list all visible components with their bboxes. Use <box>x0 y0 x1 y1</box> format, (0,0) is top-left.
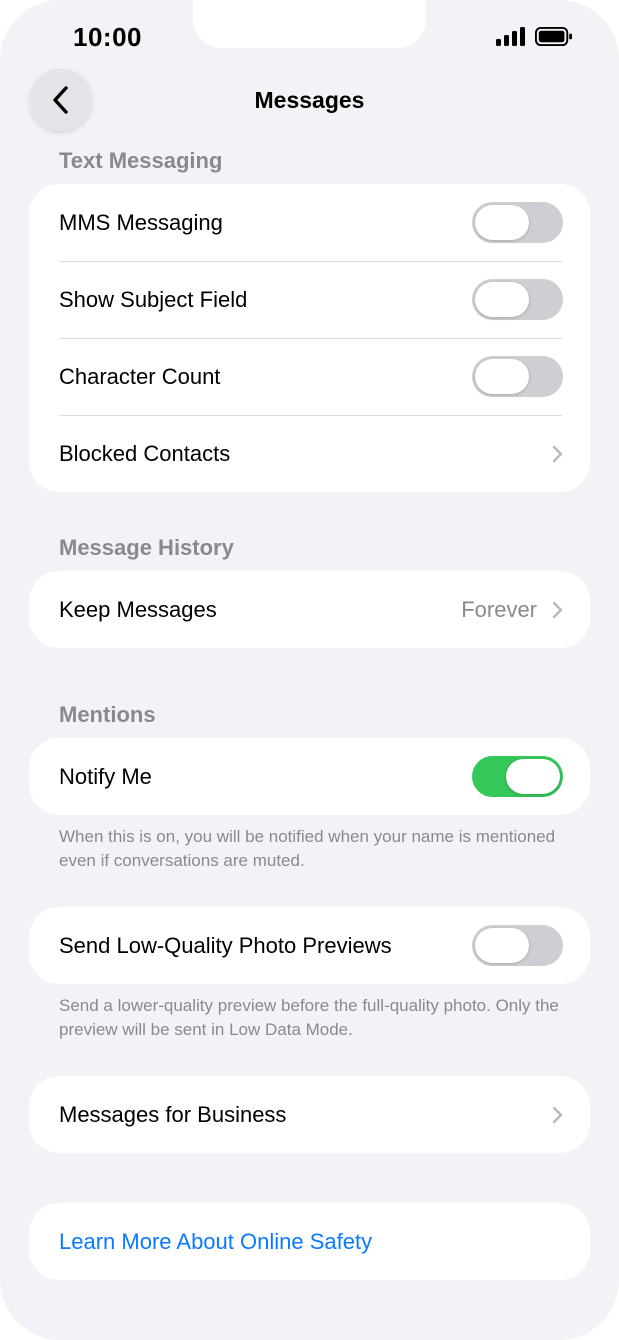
mentions-group: Notify Me <box>29 738 590 815</box>
online-safety-group: Learn More About Online Safety <box>29 1203 590 1280</box>
status-time: 10:00 <box>73 22 142 52</box>
chevron-right-icon <box>551 444 563 464</box>
character-count-toggle[interactable] <box>472 356 563 397</box>
keep-messages-row[interactable]: Keep Messages Forever <box>29 571 590 648</box>
show-subject-field-row: Show Subject Field <box>29 261 590 338</box>
photo-previews-footnote: Send a lower-quality preview before the … <box>59 996 559 1039</box>
notify-me-toggle[interactable] <box>472 756 563 797</box>
messages-for-business-label: Messages for Business <box>59 1101 287 1127</box>
section-header-message-history: Message History <box>59 535 234 560</box>
photo-previews-group: Send Low-Quality Photo Previews <box>29 907 590 984</box>
mms-messaging-label: MMS Messaging <box>59 209 223 235</box>
toggle-knob <box>475 928 529 963</box>
low-quality-previews-row: Send Low-Quality Photo Previews <box>29 907 590 984</box>
blocked-contacts-row[interactable]: Blocked Contacts <box>29 415 590 492</box>
mentions-footnote: When this is on, you will be notified wh… <box>59 827 556 870</box>
show-subject-field-toggle[interactable] <box>472 279 563 320</box>
toggle-knob <box>475 205 529 240</box>
notch <box>193 0 426 48</box>
low-quality-previews-label: Send Low-Quality Photo Previews <box>59 932 392 958</box>
section-header-mentions: Mentions <box>59 702 156 727</box>
text-messaging-group: MMS Messaging Show Subject Field Charact… <box>29 184 590 492</box>
business-group: Messages for Business <box>29 1076 590 1153</box>
blocked-contacts-label: Blocked Contacts <box>59 440 231 466</box>
mms-messaging-row: MMS Messaging <box>29 184 590 261</box>
online-safety-link[interactable]: Learn More About Online Safety <box>29 1203 590 1280</box>
messages-for-business-row[interactable]: Messages for Business <box>29 1076 590 1153</box>
character-count-row: Character Count <box>29 338 590 415</box>
notify-me-row: Notify Me <box>29 738 590 815</box>
message-history-group: Keep Messages Forever <box>29 571 590 648</box>
toggle-knob <box>475 282 529 317</box>
show-subject-field-label: Show Subject Field <box>59 286 248 312</box>
notify-me-label: Notify Me <box>59 763 152 789</box>
toggle-knob <box>506 759 560 794</box>
phone-screen: 10:00 Messages Text Messaging MMS Messag… <box>0 0 619 1340</box>
cellular-signal-icon <box>496 26 525 46</box>
chevron-right-icon <box>551 600 563 620</box>
low-quality-previews-toggle[interactable] <box>472 925 563 966</box>
page-title: Messages <box>254 87 365 113</box>
status-icons <box>496 26 573 46</box>
section-header-text-messaging: Text Messaging <box>59 148 223 173</box>
chevron-right-icon <box>551 1105 563 1125</box>
character-count-label: Character Count <box>59 363 221 389</box>
keep-messages-value: Forever <box>461 596 537 622</box>
toggle-knob <box>475 359 529 394</box>
mms-messaging-toggle[interactable] <box>472 202 563 243</box>
battery-icon <box>535 26 573 46</box>
keep-messages-label: Keep Messages <box>59 596 217 622</box>
online-safety-link-label[interactable]: Learn More About Online Safety <box>59 1229 563 1255</box>
